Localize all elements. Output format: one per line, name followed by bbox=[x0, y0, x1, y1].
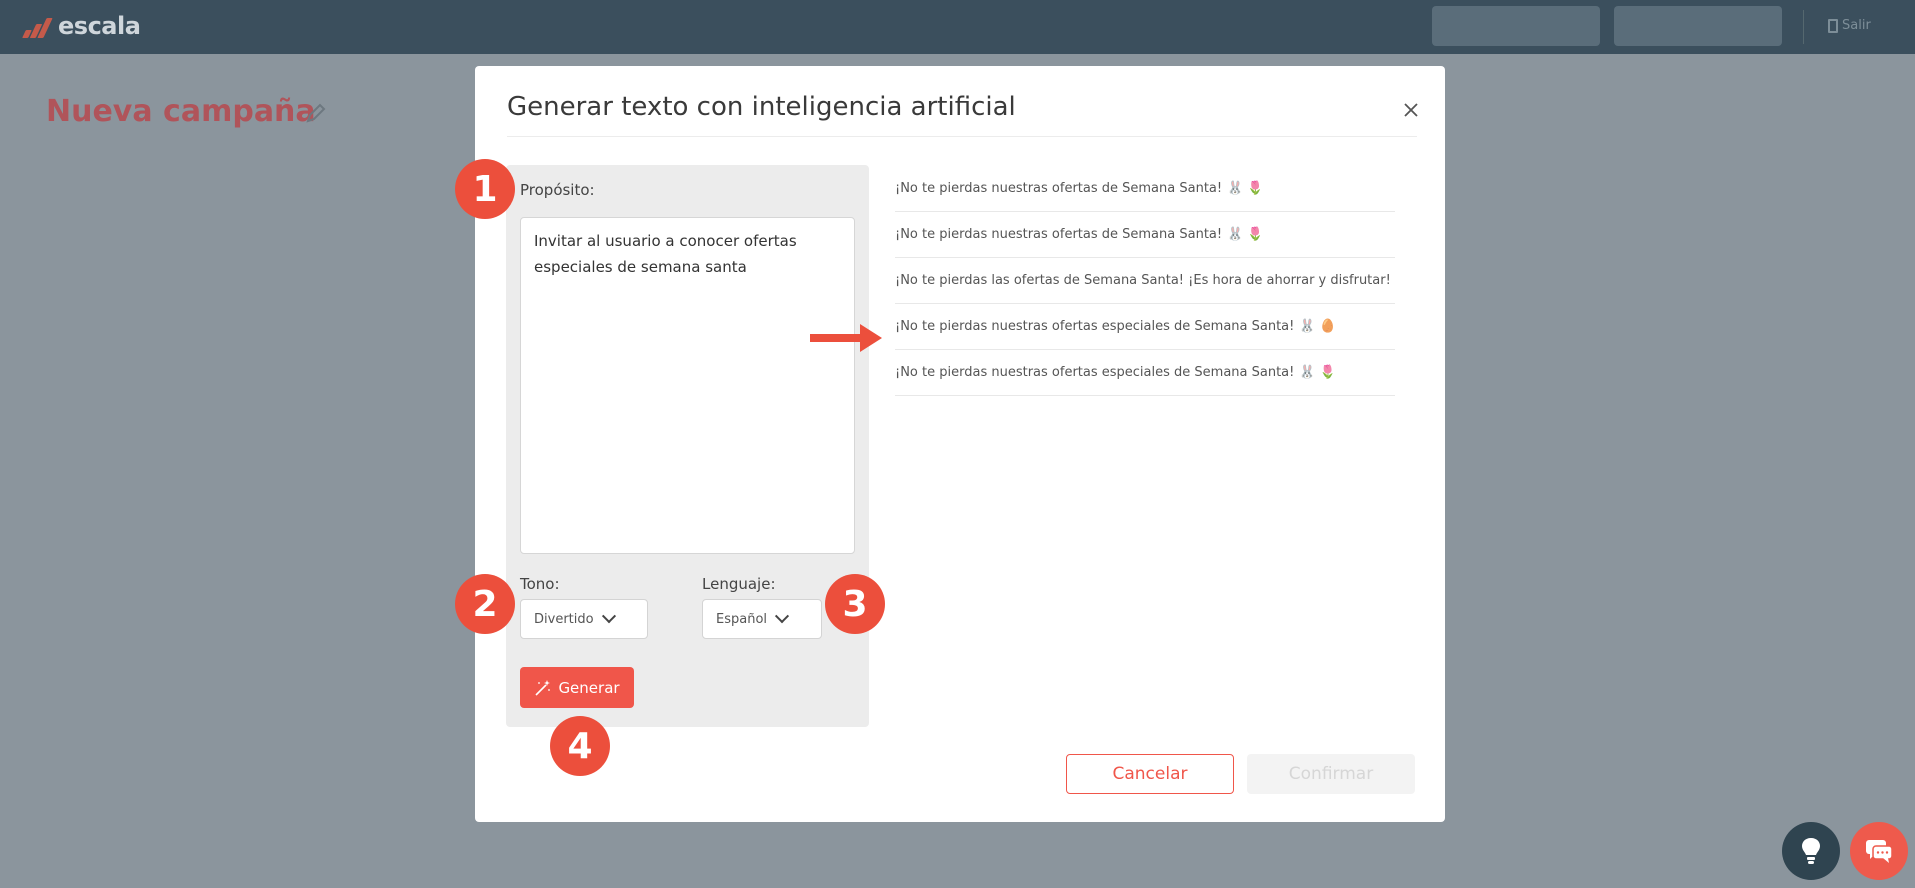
result-item[interactable]: ¡No te pierdas nuestras ofertas especial… bbox=[895, 304, 1395, 350]
modal-title: Generar texto con inteligencia artificia… bbox=[507, 92, 1016, 122]
logo-mark-icon bbox=[20, 12, 54, 40]
chevron-down-icon bbox=[774, 609, 790, 624]
modal-divider bbox=[507, 136, 1417, 137]
magic-wand-icon bbox=[535, 679, 551, 696]
exit-label: Salir bbox=[1842, 18, 1871, 33]
app-logo: escala bbox=[20, 12, 141, 40]
tone-select[interactable]: Divertido bbox=[520, 599, 648, 639]
generate-label: Generar bbox=[558, 678, 620, 697]
generate-text-modal: Generar texto con inteligencia artificia… bbox=[475, 66, 1445, 822]
logo-text: escala bbox=[58, 12, 141, 40]
language-label: Lenguaje: bbox=[702, 575, 776, 593]
topbar-button-1[interactable] bbox=[1432, 6, 1600, 46]
prompt-panel: Propósito: Invitar al usuario a conocer … bbox=[506, 165, 869, 727]
result-item[interactable]: ¡No te pierdas nuestras ofertas de Seman… bbox=[895, 212, 1395, 258]
arrow-right-icon bbox=[810, 324, 882, 352]
result-item[interactable]: ¡No te pierdas las ofertas de Semana San… bbox=[895, 258, 1395, 304]
language-select[interactable]: Español bbox=[702, 599, 822, 639]
lightbulb-icon bbox=[1802, 838, 1820, 864]
confirm-button[interactable]: Confirmar bbox=[1247, 754, 1415, 794]
pencil-icon[interactable] bbox=[305, 102, 327, 124]
chevron-down-icon bbox=[601, 609, 616, 624]
cancel-button[interactable]: Cancelar bbox=[1066, 754, 1234, 794]
generate-button[interactable]: Generar bbox=[520, 667, 634, 708]
annotation-marker-3: 3 bbox=[825, 574, 885, 634]
lightbulb-button[interactable] bbox=[1782, 822, 1840, 880]
annotation-marker-4: 4 bbox=[550, 716, 610, 776]
tone-label: Tono: bbox=[520, 575, 560, 593]
close-icon[interactable] bbox=[1397, 96, 1425, 124]
result-item[interactable]: ¡No te pierdas nuestras ofertas especial… bbox=[895, 350, 1395, 396]
top-navbar: escala Salir bbox=[0, 0, 1915, 54]
tone-value: Divertido bbox=[534, 611, 594, 627]
purpose-label: Propósito: bbox=[520, 181, 595, 199]
results-list: ¡No te pierdas nuestras ofertas de Seman… bbox=[895, 166, 1395, 396]
exit-link[interactable]: Salir bbox=[1828, 18, 1871, 33]
annotation-marker-1: 1 bbox=[455, 159, 515, 219]
exit-icon bbox=[1828, 18, 1838, 33]
purpose-textarea[interactable]: Invitar al usuario a conocer ofertas esp… bbox=[520, 217, 855, 554]
chat-icon bbox=[1866, 840, 1893, 863]
page-title: Nueva campaña bbox=[46, 94, 316, 129]
language-value: Español bbox=[716, 611, 768, 627]
chat-button[interactable] bbox=[1850, 822, 1908, 880]
annotation-marker-2: 2 bbox=[455, 574, 515, 634]
result-item[interactable]: ¡No te pierdas nuestras ofertas de Seman… bbox=[895, 166, 1395, 212]
topbar-divider bbox=[1803, 10, 1804, 44]
topbar-button-2[interactable] bbox=[1614, 6, 1782, 46]
